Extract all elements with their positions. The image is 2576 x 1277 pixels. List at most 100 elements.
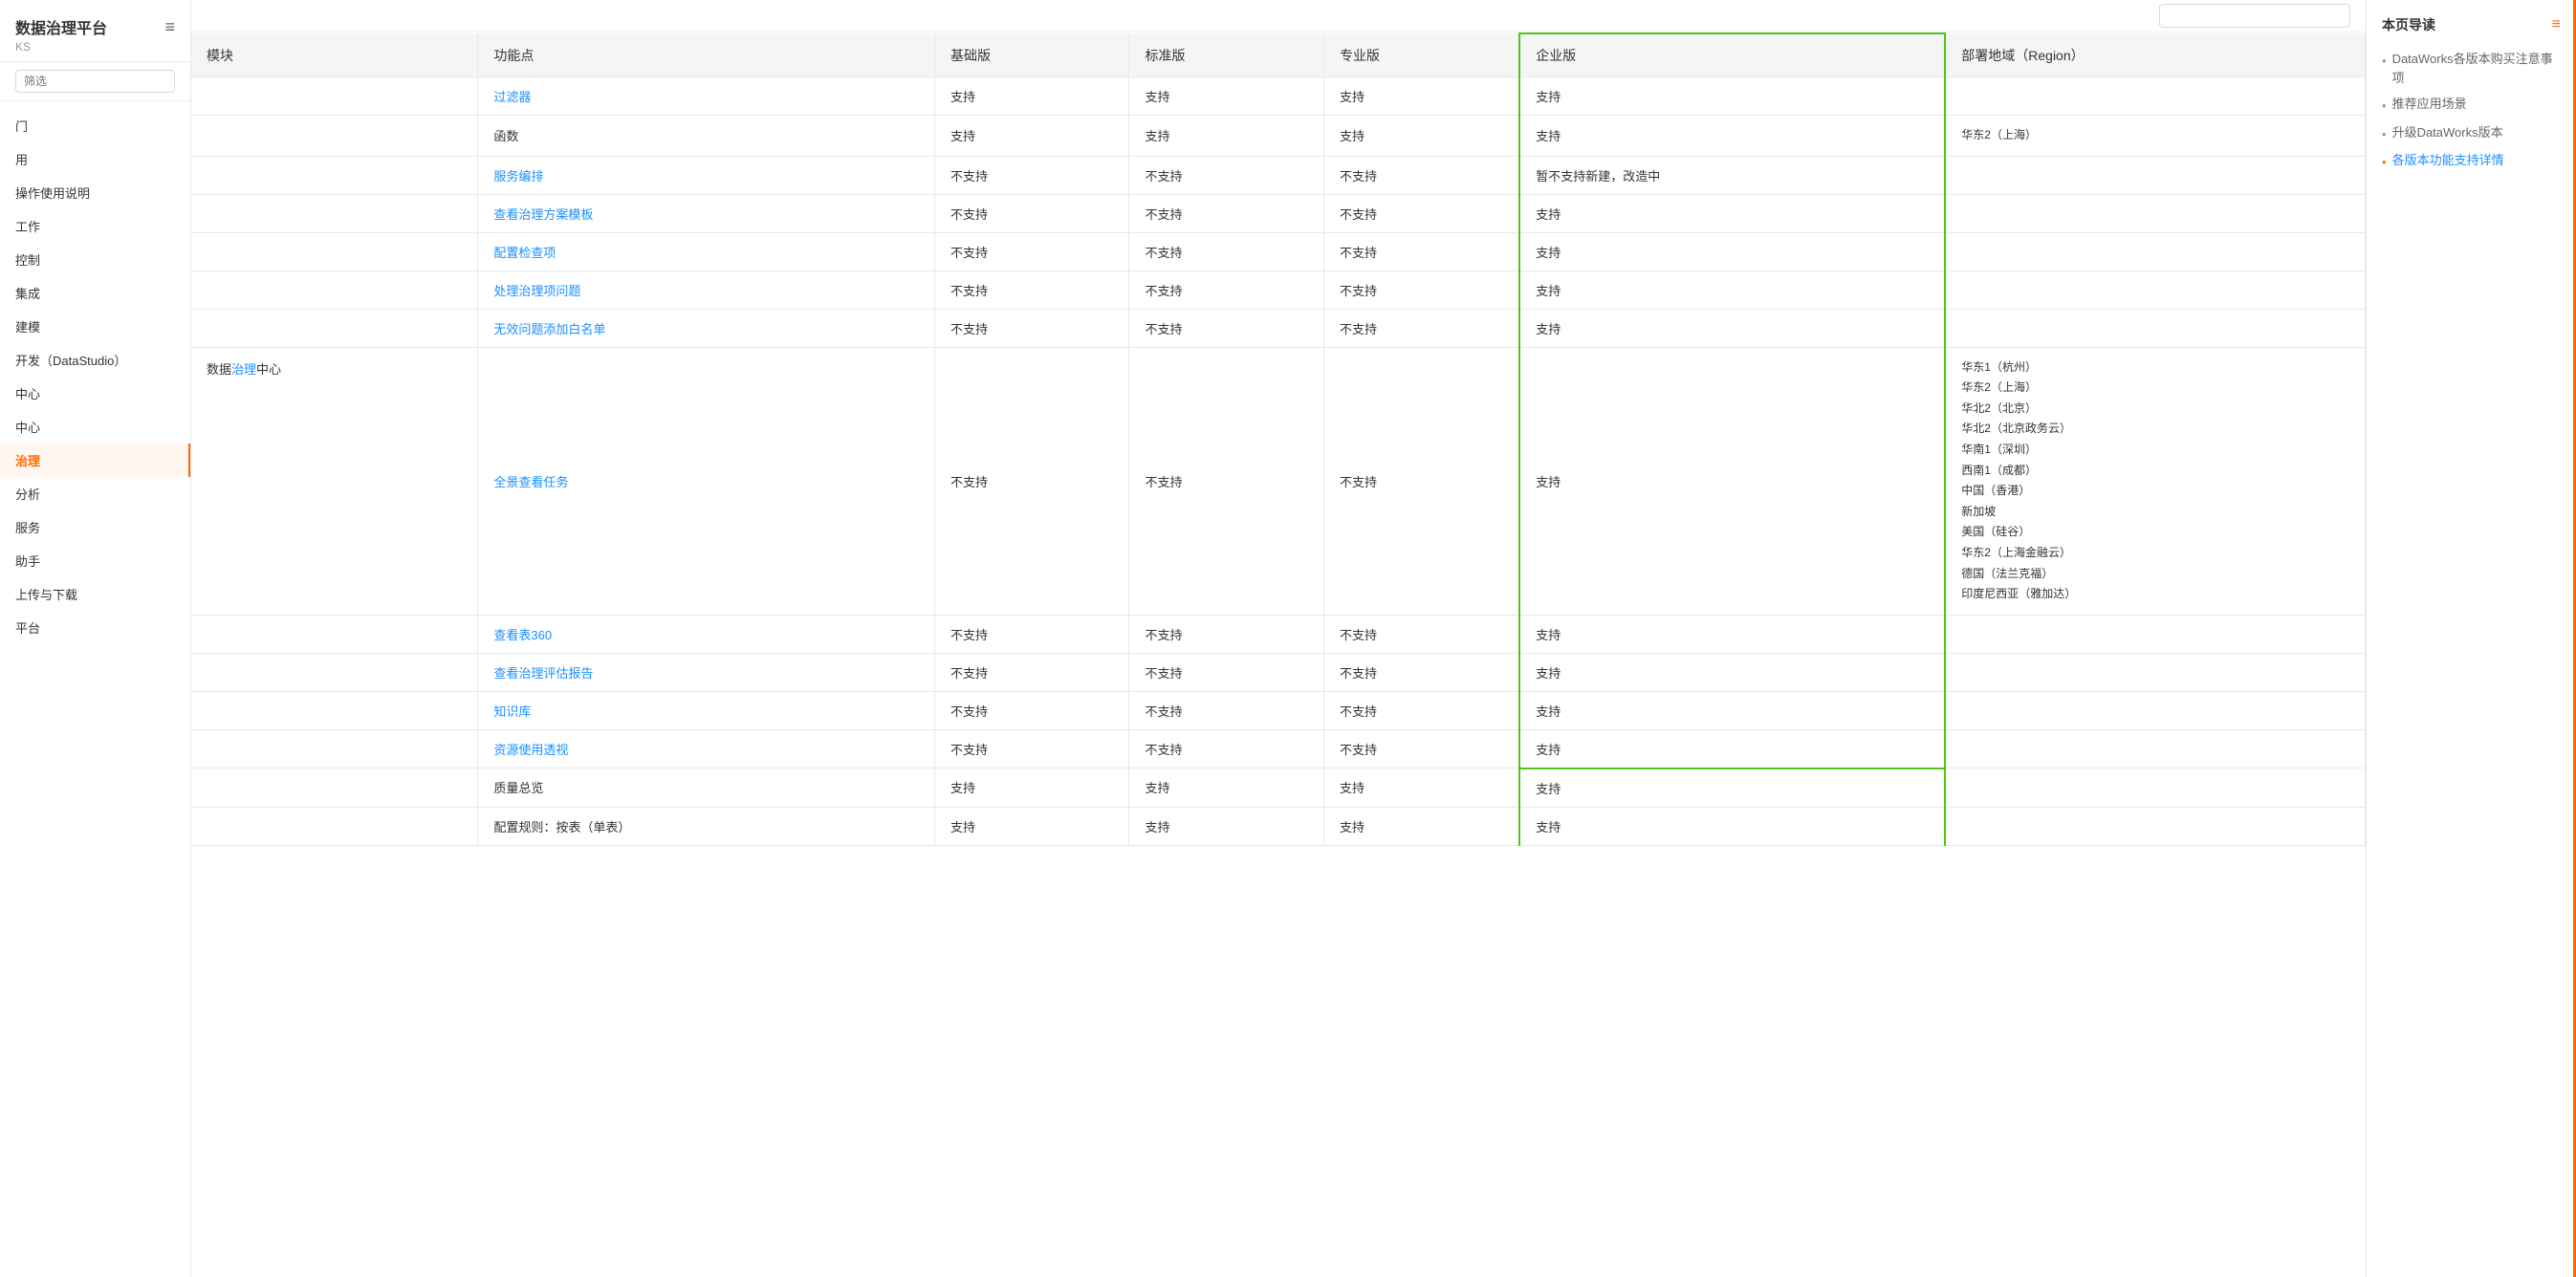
cell-basic: 不支持 [934, 194, 1128, 232]
col-header-2: 基础版 [934, 33, 1128, 77]
sidebar-item-5[interactable]: 集成 [0, 276, 190, 310]
app-subtitle: KS [15, 40, 175, 54]
sidebar-search-area [0, 62, 190, 101]
cell-pro: 不支持 [1323, 232, 1519, 271]
table-row: 查看治理评估报告不支持不支持不支持支持 [191, 653, 2366, 691]
sidebar-item-7[interactable]: 开发（DataStudio） [0, 343, 190, 377]
sidebar-item-3[interactable]: 工作 [0, 209, 190, 243]
table-row: 无效问题添加白名单不支持不支持不支持支持 [191, 309, 2366, 347]
cell-feature[interactable]: 知识库 [478, 691, 935, 729]
toc-item-3[interactable]: •各版本功能支持详情 [2382, 147, 2561, 176]
sidebar-item-0[interactable]: 门 [0, 109, 190, 142]
cell-region [1945, 77, 2365, 116]
cell-feature[interactable]: 过滤器 [478, 77, 935, 116]
app-title: 数据治理平台 [15, 15, 107, 38]
col-header-0: 模块 [191, 33, 478, 77]
toc-label: 升级DataWorks版本 [2392, 123, 2503, 142]
feature-link[interactable]: 查看治理评估报告 [493, 666, 593, 681]
sidebar-item-12[interactable]: 服务 [0, 510, 190, 544]
toc-item-0[interactable]: •DataWorks各版本购买注意事项 [2382, 46, 2561, 91]
cell-feature: 配置规则：按表（单表） [478, 807, 935, 845]
sidebar-item-6[interactable]: 建模 [0, 310, 190, 343]
cell-feature[interactable]: 处理治理项问题 [478, 271, 935, 309]
cell-pro: 支持 [1323, 116, 1519, 157]
cell-feature[interactable]: 全景查看任务 [478, 347, 935, 615]
cell-pro: 不支持 [1323, 309, 1519, 347]
table-row: 服务编排不支持不支持不支持暂不支持新建，改造中 [191, 156, 2366, 194]
cell-enterprise: 暂不支持新建，改造中 [1519, 156, 1945, 194]
feature-link[interactable]: 查看表360 [493, 628, 552, 642]
cell-enterprise: 支持 [1519, 653, 1945, 691]
cell-region [1945, 691, 2365, 729]
cell-feature: 函数 [478, 116, 935, 157]
sidebar-item-14[interactable]: 上传与下载 [0, 577, 190, 611]
cell-pro: 支持 [1323, 807, 1519, 845]
feature-link[interactable]: 过滤器 [493, 90, 531, 104]
cell-region [1945, 271, 2365, 309]
cell-pro: 不支持 [1323, 653, 1519, 691]
top-search-input[interactable] [2159, 4, 2350, 28]
feature-link[interactable]: 配置检查项 [493, 246, 556, 260]
cell-region [1945, 729, 2365, 768]
sidebar-item-9[interactable]: 中心 [0, 410, 190, 444]
cell-enterprise: 支持 [1519, 309, 1945, 347]
feature-link[interactable]: 全景查看任务 [493, 475, 568, 489]
toc-list: •DataWorks各版本购买注意事项•推荐应用场景•升级DataWorks版本… [2382, 46, 2561, 176]
right-sidebar: 本页导读 ≡ •DataWorks各版本购买注意事项•推荐应用场景•升级Data… [2366, 0, 2576, 1277]
sidebar-item-2[interactable]: 操作使用说明 [0, 176, 190, 209]
toc-label: 各版本功能支持详情 [2392, 151, 2504, 170]
col-header-3: 标准版 [1129, 33, 1323, 77]
table-row: 数据治理中心全景查看任务不支持不支持不支持支持华东1（杭州）华东2（上海）华北2… [191, 347, 2366, 615]
cell-basic: 不支持 [934, 691, 1128, 729]
cell-standard: 支持 [1129, 768, 1323, 808]
feature-link[interactable]: 服务编排 [493, 169, 543, 184]
cell-standard: 不支持 [1129, 309, 1323, 347]
right-sidebar-menu-icon[interactable]: ≡ [2552, 16, 2561, 33]
cell-module [191, 194, 478, 232]
hamburger-icon[interactable]: ≡ [164, 17, 175, 37]
feature-link[interactable]: 查看治理方案模板 [493, 207, 593, 222]
sidebar-item-11[interactable]: 分析 [0, 477, 190, 510]
sidebar-item-8[interactable]: 中心 [0, 377, 190, 410]
cell-enterprise: 支持 [1519, 194, 1945, 232]
cell-module [191, 309, 478, 347]
sidebar-item-4[interactable]: 控制 [0, 243, 190, 276]
sidebar-search-input[interactable] [15, 70, 175, 93]
cell-module [191, 768, 478, 808]
cell-region [1945, 232, 2365, 271]
sidebar-item-13[interactable]: 助手 [0, 544, 190, 577]
cell-standard: 支持 [1129, 807, 1323, 845]
cell-module [191, 729, 478, 768]
cell-feature[interactable]: 服务编排 [478, 156, 935, 194]
cell-feature[interactable]: 资源使用透视 [478, 729, 935, 768]
cell-feature[interactable]: 查看治理评估报告 [478, 653, 935, 691]
toc-item-2[interactable]: •升级DataWorks版本 [2382, 119, 2561, 148]
cell-module [191, 77, 478, 116]
toc-dot: • [2382, 97, 2387, 116]
toc-dot: • [2382, 52, 2387, 71]
table-row: 处理治理项问题不支持不支持不支持支持 [191, 271, 2366, 309]
toc-item-1[interactable]: •推荐应用场景 [2382, 91, 2561, 119]
feature-link[interactable]: 无效问题添加白名单 [493, 322, 605, 336]
left-sidebar: 数据治理平台 ≡ KS 门用操作使用说明工作控制集成建模开发（DataStudi… [0, 0, 191, 1277]
sidebar-item-1[interactable]: 用 [0, 142, 190, 176]
feature-link[interactable]: 资源使用透视 [493, 743, 568, 757]
cell-feature[interactable]: 配置检查项 [478, 232, 935, 271]
cell-feature[interactable]: 无效问题添加白名单 [478, 309, 935, 347]
cell-region [1945, 309, 2365, 347]
cell-module [191, 116, 478, 157]
feature-link[interactable]: 处理治理项问题 [493, 284, 580, 298]
col-header-4: 专业版 [1323, 33, 1519, 77]
sidebar-item-15[interactable]: 平台 [0, 611, 190, 644]
cell-standard: 支持 [1129, 116, 1323, 157]
table-row: 查看表360不支持不支持不支持支持 [191, 615, 2366, 653]
cell-pro: 支持 [1323, 768, 1519, 808]
feature-link[interactable]: 知识库 [493, 704, 531, 719]
cell-region [1945, 768, 2365, 808]
cell-basic: 支持 [934, 807, 1128, 845]
sidebar-item-10[interactable]: 治理 [0, 444, 190, 477]
cell-feature[interactable]: 查看表360 [478, 615, 935, 653]
cell-enterprise: 支持 [1519, 729, 1945, 768]
cell-feature[interactable]: 查看治理方案模板 [478, 194, 935, 232]
cell-pro: 不支持 [1323, 271, 1519, 309]
